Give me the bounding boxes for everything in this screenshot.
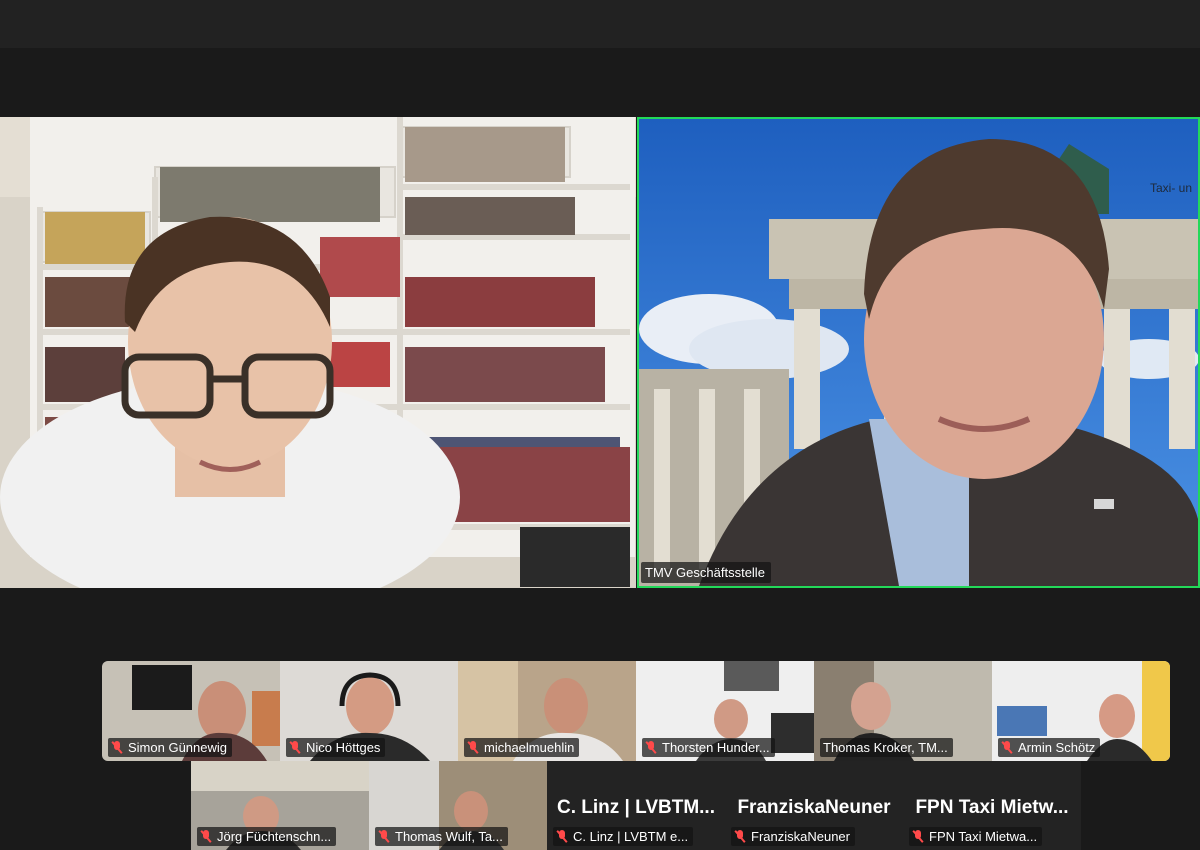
mic-muted-icon [734, 830, 746, 843]
mic-muted-icon [556, 830, 568, 843]
participant-tile[interactable]: Thomas Kroker, TM... [814, 661, 992, 761]
participant-tile[interactable]: Thorsten Hunder... [636, 661, 814, 761]
participant-name: Simon Günnewig [108, 738, 232, 757]
video-feed-right [639, 119, 1198, 586]
video-tile-speaker-left[interactable] [0, 117, 636, 588]
video-tile-speaker-right[interactable]: Taxi- un TMV Geschäftsstelle [637, 117, 1200, 588]
participant-name-label: TMV Geschäftsstelle [641, 562, 771, 583]
video-feed-left [0, 117, 636, 588]
participant-name: michaelmuehlin [464, 738, 580, 757]
participant-tile[interactable]: Simon Günnewig [102, 661, 280, 761]
mic-muted-icon [111, 741, 123, 754]
mic-muted-icon [467, 741, 479, 754]
participant-name: Armin Schötz [998, 738, 1101, 757]
participant-name: Jörg Füchtenschn... [197, 827, 337, 846]
participant-tile[interactable]: FranziskaNeuner FranziskaNeuner [725, 761, 903, 850]
participant-display-name: C. Linz | LVBTM... [556, 797, 715, 818]
participant-name: Thomas Wulf, Ta... [375, 827, 508, 846]
participant-tile[interactable]: Thomas Wulf, Ta... [369, 761, 547, 850]
mic-muted-icon [378, 830, 390, 843]
mic-muted-icon [289, 741, 301, 754]
mic-muted-icon [912, 830, 924, 843]
mic-muted-icon [645, 741, 657, 754]
participant-name: Nico Höttges [286, 738, 386, 757]
participant-tile[interactable]: Jörg Füchtenschn... [191, 761, 369, 850]
background-banner-text: Taxi- un [1150, 181, 1193, 195]
participant-name: Thorsten Hunder... [642, 738, 775, 757]
top-toolbar [0, 0, 1200, 48]
participant-tile[interactable]: michaelmuehlin [458, 661, 636, 761]
mic-muted-icon [1001, 741, 1013, 754]
participant-tile[interactable]: Nico Höttges [280, 661, 458, 761]
participant-display-name: FPN Taxi Mietw... [915, 797, 1069, 818]
participant-display-name: FranziskaNeuner [737, 797, 891, 818]
participant-name: C. Linz | LVBTM e... [553, 827, 694, 846]
participant-name: Thomas Kroker, TM... [820, 738, 953, 757]
participant-name: FranziskaNeuner [731, 827, 855, 846]
participant-tile[interactable]: FPN Taxi Mietw... FPN Taxi Mietwa... [903, 761, 1081, 850]
participant-tile[interactable]: Armin Schötz [992, 661, 1170, 761]
mic-muted-icon [200, 830, 212, 843]
participant-name: FPN Taxi Mietwa... [909, 827, 1043, 846]
participant-tile[interactable]: C. Linz | LVBTM... C. Linz | LVBTM e... [547, 761, 725, 850]
